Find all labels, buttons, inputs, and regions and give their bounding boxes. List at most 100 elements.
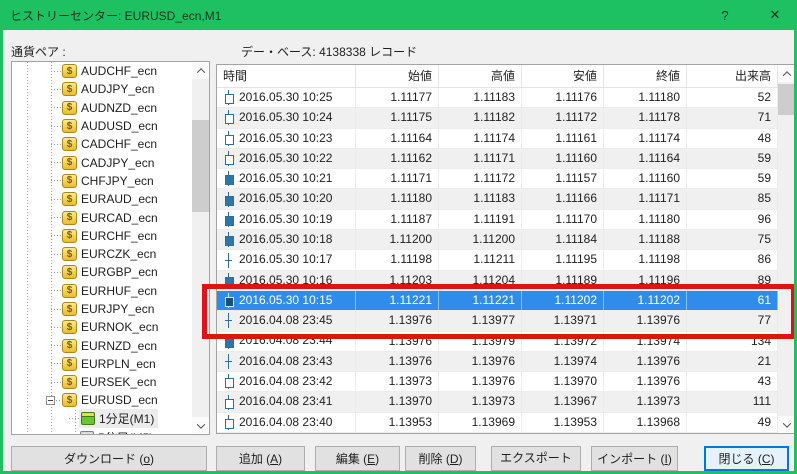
tree-item-audjpy_ecn[interactable]: $ AUDJPY_ecn xyxy=(12,80,192,98)
tree-connector xyxy=(51,88,61,90)
time-value: 2016.05.30 10:21 xyxy=(239,171,333,186)
tree-item-eurpln_ecn[interactable]: $ EURPLN_ecn xyxy=(12,355,192,373)
tree-connector xyxy=(51,308,61,310)
time-cell: 2016.05.30 10:21 xyxy=(217,169,356,189)
time-value: 2016.05.30 10:15 xyxy=(239,292,333,307)
table-row[interactable]: 2016.05.30 10:25 1.11177 1.11183 1.11176 1.1… xyxy=(217,88,778,109)
tree-item-audusd_ecn[interactable]: $ AUDUSD_ecn xyxy=(12,117,192,135)
table-row[interactable]: 2016.05.30 10:18 1.11200 1.11200 1.11184 1.1… xyxy=(217,230,778,251)
tree-item-eursek_ecn[interactable]: $ EURSEK_ecn xyxy=(12,373,192,391)
tree-item-eurcad_ecn[interactable]: $ EURCAD_ecn xyxy=(12,208,192,226)
dollar-coin-icon: $ xyxy=(62,302,77,316)
tree-item-audchf_ecn[interactable]: $ AUDCHF_ecn xyxy=(12,62,192,80)
close-icon[interactable]: ✕ xyxy=(753,3,794,30)
low-cell: 1.11189 xyxy=(522,270,604,290)
open-cell: 1.11187 xyxy=(356,209,439,230)
time-cell: 2016.05.30 10:16 xyxy=(217,270,356,290)
column-header-5[interactable]: 出来高 xyxy=(687,65,778,87)
tree-item-eurjpy_ecn[interactable]: $ EURJPY_ecn xyxy=(12,300,192,318)
table-row[interactable]: 2016.04.08 23:45 1.13976 1.13977 1.13971 1.1… xyxy=(217,311,778,332)
tree-item-eurusd_ecn[interactable]: $ EURUSD_ecn xyxy=(12,391,192,409)
dollar-coin-icon: $ xyxy=(62,265,77,280)
volume-cell: 43 xyxy=(687,372,778,392)
time-cell: 2016.05.30 10:19 xyxy=(217,209,356,230)
table-row[interactable]: 2016.05.30 10:23 1.11164 1.11174 1.11161 1.1… xyxy=(217,128,778,149)
tree-item-cadchf_ecn[interactable]: $ CADCHF_ecn xyxy=(12,135,192,153)
dollar-coin-icon: $ xyxy=(62,155,77,170)
database-icon xyxy=(81,412,95,426)
table-row[interactable]: 2016.05.30 10:16 1.11203 1.11204 1.11189 1.1… xyxy=(217,270,778,291)
table-row[interactable]: 2016.04.08 23:40 1.13953 1.13969 1.13953 1.1… xyxy=(217,412,778,433)
tree-item-cadjpy_ecn[interactable]: $ CADJPY_ecn xyxy=(12,153,192,171)
table-row[interactable]: 2016.04.08 23:42 1.13973 1.13976 1.13970 1.1… xyxy=(217,372,778,393)
high-cell: 1.11172 xyxy=(439,169,522,189)
high-cell: 1.11211 xyxy=(439,250,522,270)
time-value: 2016.05.30 10:22 xyxy=(239,150,333,165)
close-cell: 1.11174 xyxy=(604,128,687,148)
high-cell: 1.11174 xyxy=(439,128,522,148)
scroll-up-icon[interactable] xyxy=(778,65,794,82)
high-cell: 1.11221 xyxy=(439,290,522,311)
high-cell: 1.11183 xyxy=(439,189,522,209)
close-cell: 1.11196 xyxy=(604,270,687,290)
column-header-1[interactable]: 始値 xyxy=(356,65,439,87)
dollar-coin-icon: $ xyxy=(62,320,77,335)
scroll-up-icon[interactable] xyxy=(192,62,209,79)
button-E[interactable]: 編集 (E) xyxy=(315,446,400,471)
table-scrollbar[interactable] xyxy=(778,65,794,433)
tree-item-timeframe[interactable]: 1分足(M1) xyxy=(12,409,192,429)
table-row[interactable]: 2016.04.08 23:44 1.13976 1.13979 1.13972 1.1… xyxy=(217,331,778,352)
tree-scrollbar-thumb[interactable] xyxy=(192,120,209,212)
table-row[interactable]: 2016.05.30 10:19 1.11187 1.11191 1.11170 1.1… xyxy=(217,209,778,231)
column-header-0[interactable]: 時間 xyxy=(217,65,356,87)
tree-item-eurhuf_ecn[interactable]: $ EURHUF_ecn xyxy=(12,282,192,300)
volume-cell: 48 xyxy=(687,128,778,148)
low-cell: 1.13971 xyxy=(522,311,604,331)
tree-item-audnzd_ecn[interactable]: $ AUDNZD_ecn xyxy=(12,99,192,117)
collapse-minus-icon[interactable] xyxy=(46,395,55,405)
tree-item-label: EURHUF_ecn xyxy=(81,283,158,298)
candle-bear-icon xyxy=(224,293,234,309)
button-A[interactable]: 追加 (A) xyxy=(216,446,305,471)
dollar-coin-icon: $ xyxy=(62,173,77,188)
tree-item-chfjpy_ecn[interactable]: $ CHFJPY_ecn xyxy=(12,172,192,190)
help-icon[interactable]: ? xyxy=(705,3,745,30)
tree-item-label: AUDJPY_ecn xyxy=(81,82,155,97)
button-x[interactable]: エクスポート (x) xyxy=(491,446,581,471)
time-cell xyxy=(217,433,356,434)
button-I[interactable]: インポート (I) xyxy=(591,446,678,471)
tree-connector xyxy=(51,253,61,255)
table-row-selected[interactable]: 2016.05.30 10:15 1.11221 1.11221 1.11202 1.1… xyxy=(217,290,778,312)
scroll-down-icon[interactable] xyxy=(778,416,794,433)
table-row[interactable]: 2016.05.30 10:17 1.11198 1.11211 1.11195 1.1… xyxy=(217,250,778,271)
close-cell: 1.11164 xyxy=(604,148,687,169)
table-row[interactable]: 2016.05.30 10:20 1.11180 1.11183 1.11166 1.1… xyxy=(217,189,778,210)
tree-item-eurnok_ecn[interactable]: $ EURNOK_ecn xyxy=(12,318,192,336)
table-row[interactable]: 2016.04.08 23:43 1.13976 1.13976 1.13974 1.1… xyxy=(217,351,778,373)
tree-item-euraud_ecn[interactable]: $ EURAUD_ecn xyxy=(12,190,192,208)
table-scrollbar-thumb[interactable] xyxy=(778,84,794,115)
tree-item-eurczk_ecn[interactable]: $ EURCZK_ecn xyxy=(12,245,192,263)
table-row[interactable]: 2016.04.08 23:41 1.13970 1.13973 1.13967 1.1… xyxy=(217,392,778,413)
tree-item-eurnzd_ecn[interactable]: $ EURNZD_ecn xyxy=(12,336,192,354)
button-o[interactable]: ダウンロード (o) xyxy=(11,446,207,471)
tree-scrollbar[interactable] xyxy=(192,62,209,434)
candle-bull-icon xyxy=(224,90,234,106)
button-D[interactable]: 削除 (D) xyxy=(405,446,476,471)
table-row[interactable]: 2016.05.30 10:22 1.11162 1.11171 1.11160 1.1… xyxy=(217,148,778,170)
time-value: 2016.04.08 23:43 xyxy=(239,353,333,368)
table-row[interactable] xyxy=(217,433,778,434)
table-row[interactable]: 2016.05.30 10:21 1.11171 1.11172 1.11157 1.1… xyxy=(217,169,778,190)
time-cell: 2016.05.30 10:22 xyxy=(217,148,356,169)
tree-item-eurchf_ecn[interactable]: $ EURCHF_ecn xyxy=(12,227,192,245)
tree-item-eurgbp_ecn[interactable]: $ EURGBP_ecn xyxy=(12,263,192,281)
column-header-2[interactable]: 高値 xyxy=(439,65,522,87)
column-header-4[interactable]: 終値 xyxy=(604,65,687,87)
column-header-3[interactable]: 安値 xyxy=(522,65,604,87)
tree-item-timeframe[interactable]: 5分足(M5) xyxy=(12,428,192,434)
button-C[interactable]: 閉じる (C) xyxy=(704,446,789,471)
close-cell: 1.11160 xyxy=(604,169,687,189)
table-row[interactable]: 2016.05.30 10:24 1.11175 1.11182 1.11172 1.1… xyxy=(217,108,778,129)
scroll-down-icon[interactable] xyxy=(192,417,209,434)
volume-cell: 21 xyxy=(687,351,778,372)
